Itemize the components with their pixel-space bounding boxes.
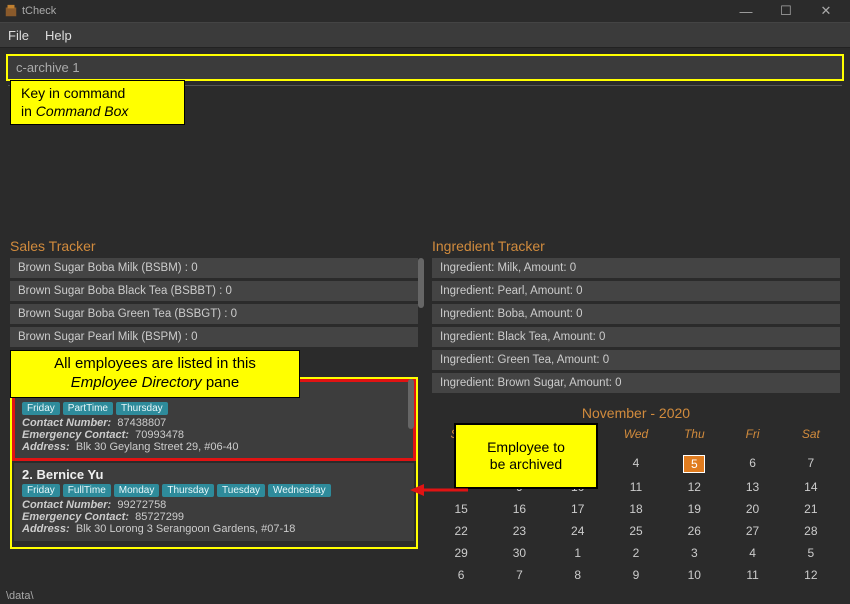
ingredient-list: Ingredient: Milk, Amount: 0 Ingredient: … (432, 258, 840, 393)
calendar-cell[interactable]: 27 (723, 523, 781, 539)
tag: Wednesday (268, 484, 331, 497)
calendar-cell[interactable]: 25 (607, 523, 665, 539)
calendar-title: November - 2020 (432, 405, 840, 421)
tag: Monday (114, 484, 160, 497)
calendar-cell[interactable]: 12 (665, 479, 723, 495)
calendar-cell[interactable]: 2 (607, 545, 665, 561)
calendar-cell[interactable] (782, 447, 840, 449)
command-input[interactable] (8, 56, 842, 79)
calendar-cell[interactable]: 10 (665, 567, 723, 583)
sales-tracker-title: Sales Tracker (10, 238, 418, 254)
content: Sales Tracker Brown Sugar Boba Milk (BSB… (0, 238, 850, 588)
titlebar: tCheck — ☐ ✕ (0, 0, 850, 22)
list-item: Ingredient: Brown Sugar, Amount: 0 (432, 373, 840, 393)
calendar-cell[interactable]: 23 (490, 523, 548, 539)
calendar-cell[interactable]: 24 (549, 523, 607, 539)
calendar-cell[interactable]: 9 (607, 567, 665, 583)
command-box-border (6, 54, 844, 81)
calendar-day-header: Thu (665, 427, 723, 441)
list-item: Ingredient: Milk, Amount: 0 (432, 258, 840, 278)
calendar-day-header: Fri (723, 427, 781, 441)
tag: Thursday (162, 484, 214, 497)
calendar-cell[interactable]: 13 (723, 479, 781, 495)
arrow-icon (410, 480, 470, 500)
tag: PartTime (63, 402, 113, 415)
calendar-cell[interactable]: 21 (782, 501, 840, 517)
calendar-cell[interactable] (665, 447, 723, 449)
tag: Thursday (116, 402, 168, 415)
calendar-cell[interactable]: 11 (723, 567, 781, 583)
employee-tags: Friday PartTime Thursday (22, 402, 406, 415)
calendar-cell[interactable]: 11 (607, 479, 665, 495)
calendar-cell[interactable]: 1 (549, 545, 607, 561)
calendar-cell[interactable]: 6 (723, 455, 781, 473)
left-column: Sales Tracker Brown Sugar Boba Milk (BSB… (10, 238, 418, 588)
list-item: Brown Sugar Boba Green Tea (BSBGT) : 0 (10, 304, 418, 324)
calendar-cell[interactable]: 5 (683, 455, 705, 473)
calendar-cell[interactable]: 5 (782, 545, 840, 561)
list-item: Ingredient: Black Tea, Amount: 0 (432, 327, 840, 347)
calendar-cell[interactable] (607, 447, 665, 449)
calendar-day-header: Sat (782, 427, 840, 441)
calendar-cell[interactable]: 16 (490, 501, 548, 517)
list-item: Ingredient: Boba, Amount: 0 (432, 304, 840, 324)
maximize-button[interactable]: ☐ (766, 3, 806, 19)
app-icon (4, 4, 18, 18)
calendar-cell[interactable]: 28 (782, 523, 840, 539)
calendar-cell[interactable]: 3 (665, 545, 723, 561)
calendar-cell[interactable]: 19 (665, 501, 723, 517)
tag: Tuesday (217, 484, 265, 497)
statusbar: \data\ (0, 588, 850, 604)
calendar-cell[interactable]: 17 (549, 501, 607, 517)
list-item: Ingredient: Green Tea, Amount: 0 (432, 350, 840, 370)
calendar-cell[interactable]: 6 (432, 567, 490, 583)
calendar-day-header: Wed (607, 427, 665, 441)
menu-file[interactable]: File (8, 28, 29, 43)
ingredient-tracker-title: Ingredient Tracker (432, 238, 840, 254)
calendar-cell[interactable]: 4 (723, 545, 781, 561)
calendar-cell[interactable]: 22 (432, 523, 490, 539)
list-item: Brown Sugar Boba Milk (BSBM) : 0 (10, 258, 418, 278)
tag: FullTime (63, 484, 111, 497)
scrollbar[interactable] (418, 258, 424, 308)
calendar-cell[interactable] (723, 447, 781, 449)
calendar-cell[interactable]: 15 (432, 501, 490, 517)
annotation-command-box: Key in command in Command Box (10, 80, 185, 125)
calendar-cell[interactable]: 14 (782, 479, 840, 495)
employee-name: 2. Bernice Yu (22, 467, 406, 482)
calendar-cell[interactable]: 4 (607, 455, 665, 473)
scrollbar[interactable] (408, 379, 414, 429)
minimize-button[interactable]: — (726, 4, 766, 19)
calendar-cell[interactable]: 12 (782, 567, 840, 583)
calendar-cell[interactable]: 18 (607, 501, 665, 517)
calendar-cell[interactable]: 7 (782, 455, 840, 473)
close-button[interactable]: ✕ (806, 3, 846, 19)
tag: Friday (22, 484, 60, 497)
list-item: Ingredient: Pearl, Amount: 0 (432, 281, 840, 301)
calendar-cell[interactable]: 7 (490, 567, 548, 583)
menubar: File Help (0, 22, 850, 48)
calendar-cell[interactable]: 26 (665, 523, 723, 539)
calendar-cell[interactable]: 30 (490, 545, 548, 561)
annotation-employee-directory: All employees are listed in this Employe… (10, 350, 300, 398)
menu-help[interactable]: Help (45, 28, 72, 43)
calendar-cell[interactable]: 20 (723, 501, 781, 517)
status-text: \data\ (6, 590, 34, 602)
calendar-cell[interactable]: 29 (432, 545, 490, 561)
list-item: Brown Sugar Pearl Milk (BSPM) : 0 (10, 327, 418, 347)
employee-card-2[interactable]: 2. Bernice Yu Friday FullTime Monday Thu… (14, 463, 414, 541)
calendar-cell[interactable]: 8 (549, 567, 607, 583)
employee-list: 1. Alex Yeoh Friday PartTime Thursday Co… (10, 377, 418, 549)
list-item: Brown Sugar Boba Black Tea (BSBBT) : 0 (10, 281, 418, 301)
right-column: Ingredient Tracker Ingredient: Milk, Amo… (432, 238, 840, 588)
calendar: November - 2020 SunMonTueWedThuFriSat123… (432, 405, 840, 583)
annotation-employee-archive: Employee to be archived (454, 423, 598, 489)
sales-list: Brown Sugar Boba Milk (BSBM) : 0 Brown S… (10, 258, 418, 347)
tag: Friday (22, 402, 60, 415)
employee-tags: Friday FullTime Monday Thursday Tuesday … (22, 484, 406, 497)
app-title: tCheck (22, 5, 56, 17)
